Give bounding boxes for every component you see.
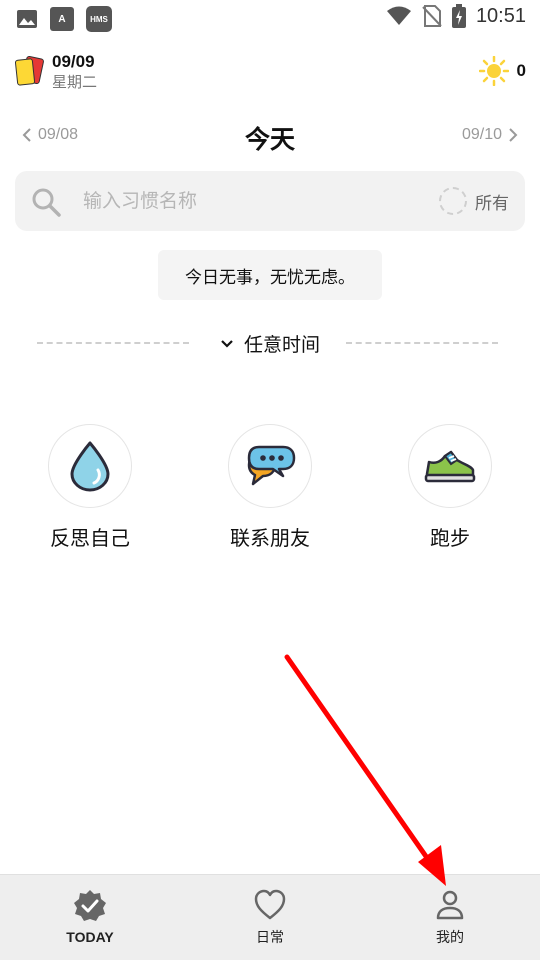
habit-icon-circle: [48, 424, 132, 508]
current-weekday: 星期二: [52, 73, 98, 91]
search-bar: 所有: [15, 171, 525, 231]
habit-label: 反思自己: [50, 526, 130, 550]
habit-item-running[interactable]: 跑步: [370, 424, 530, 551]
habit-label: 跑步: [430, 526, 470, 550]
app-screen: A HMS 10:51 09/09 星期二 0 09/08 今天 09/10 输…: [0, 0, 540, 960]
chevron-right-icon: [509, 128, 518, 142]
search-icon: [32, 188, 61, 217]
search-input[interactable]: [83, 183, 403, 219]
date-text: 09/09 星期二: [52, 52, 97, 92]
yellow-card: [14, 58, 36, 86]
nav-item-mine[interactable]: 我的: [360, 875, 540, 960]
habit-label: 联系朋友: [230, 526, 310, 550]
nav-label-routine: 日常: [256, 930, 284, 946]
no-sim-icon: [422, 5, 442, 27]
a-font-icon: A: [50, 7, 74, 31]
habit-item-contact-friends[interactable]: 联系朋友: [190, 424, 350, 551]
page-title: 今天: [244, 125, 295, 154]
next-day-label: 09/10: [461, 126, 502, 143]
chevron-down-icon: [221, 339, 233, 348]
image-icon: [17, 10, 37, 28]
sun-icon: [478, 56, 509, 86]
bottom-nav: TODAY 日常 我的: [0, 874, 540, 960]
day-navigation: 09/08 今天 09/10: [0, 116, 540, 156]
nav-item-routine[interactable]: 日常: [180, 875, 360, 960]
badge-check-icon: [74, 890, 106, 921]
chat-bubbles-icon: [247, 445, 296, 486]
nav-item-today[interactable]: TODAY: [0, 875, 180, 960]
next-day-button[interactable]: 09/10: [462, 126, 518, 144]
habit-icon-circle: [228, 424, 312, 508]
wifi-icon: [386, 6, 411, 25]
nav-label-today: TODAY: [66, 929, 114, 945]
time-section-header[interactable]: 任意时间: [0, 326, 540, 362]
battery-charging-icon: [451, 4, 466, 28]
cards-icon: [14, 55, 45, 89]
person-icon: [436, 890, 464, 920]
heart-icon: [254, 889, 286, 920]
status-bar: A HMS 10:51: [0, 0, 540, 36]
date-header[interactable]: 09/09 星期二: [14, 52, 97, 92]
sun-count: 0: [516, 61, 526, 80]
status-time: 10:51: [475, 4, 526, 27]
sneaker-icon: [424, 450, 476, 483]
habit-item-reflect[interactable]: 反思自己: [10, 424, 170, 551]
filter-all-button[interactable]: 所有: [439, 187, 509, 215]
water-drop-icon: [70, 441, 110, 492]
divider-right: [346, 342, 498, 344]
status-bar-left: A HMS: [16, 6, 112, 32]
filter-label: 所有: [475, 193, 509, 214]
habit-icon-circle: [408, 424, 492, 508]
sun-counter[interactable]: 0: [478, 56, 526, 86]
dashed-circle-icon: [439, 187, 467, 215]
current-date: 09/09: [52, 52, 95, 71]
hms-icon: HMS: [86, 6, 112, 32]
section-label: 任意时间: [243, 334, 320, 356]
nav-label-mine: 我的: [436, 930, 464, 946]
status-bar-right: 10:51: [386, 4, 526, 28]
daily-quote: 今日无事，无忧无虑。: [158, 250, 382, 300]
